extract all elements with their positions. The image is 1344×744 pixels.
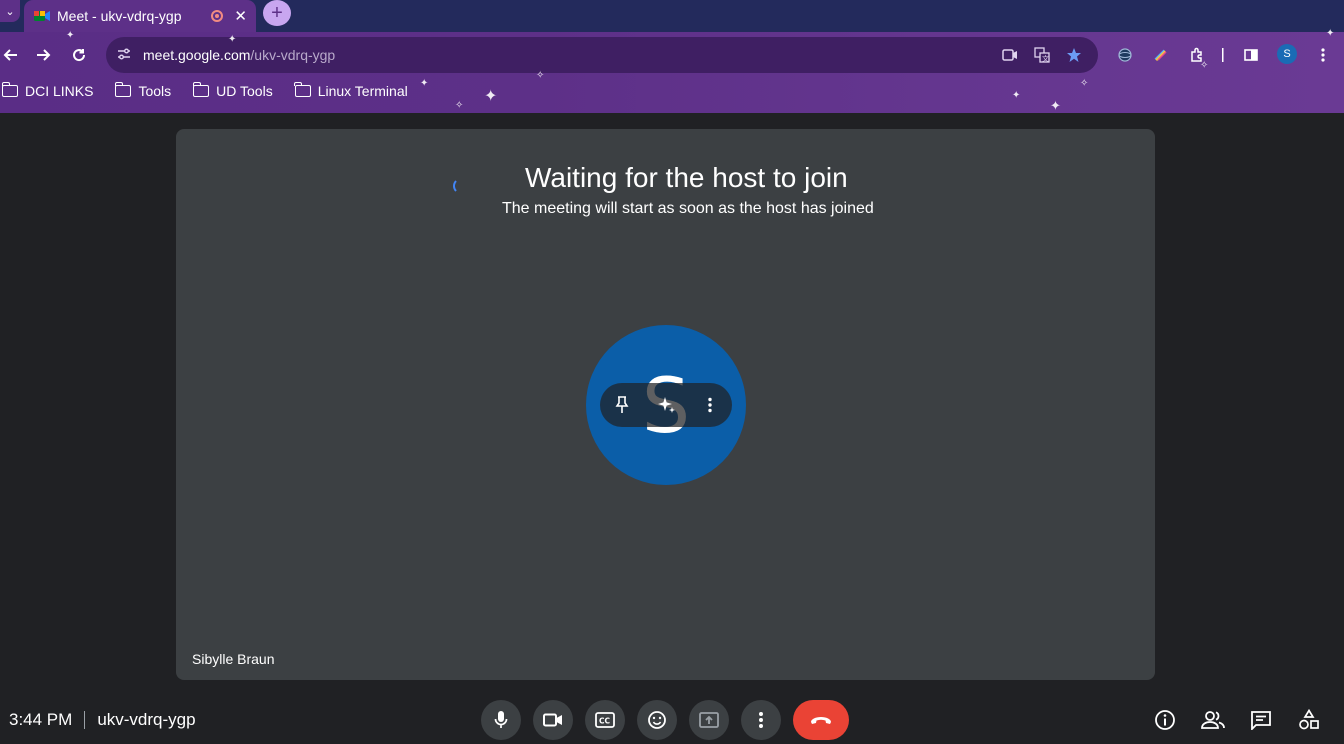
captions-button[interactable]: CC	[585, 700, 625, 740]
people-icon	[1201, 711, 1225, 729]
bookmark-tools[interactable]: Tools	[114, 82, 172, 99]
participant-name: Sibylle Braun	[192, 651, 275, 667]
bookmark-label: UD Tools	[216, 83, 273, 99]
browser-chrome: ⌄ Meet - ukv-vdrq-ygp ✕ + meet.google.co…	[0, 0, 1344, 113]
video-icon	[543, 713, 562, 727]
folder-icon	[1, 82, 18, 97]
emoji-icon	[648, 711, 666, 729]
activities-icon	[1299, 709, 1319, 730]
folder-icon	[192, 82, 210, 97]
new-tab-button[interactable]: +	[263, 0, 291, 26]
waiting-title: Waiting for the host to join	[525, 162, 848, 193]
microphone-button[interactable]	[481, 700, 521, 740]
svg-text:CC: CC	[599, 717, 611, 726]
extension-globe-icon[interactable]	[1114, 44, 1136, 66]
menu-icon[interactable]	[1312, 44, 1334, 66]
recording-indicator-icon	[211, 10, 224, 22]
camera-button[interactable]	[533, 700, 573, 740]
meeting-code: ukv-vdrq-ygp	[97, 710, 196, 729]
bookmark-label: DCI LINKS	[25, 83, 94, 99]
present-icon	[699, 712, 719, 728]
activities-button[interactable]	[1297, 708, 1321, 732]
chat-button[interactable]	[1249, 708, 1273, 732]
translate-icon[interactable]: 文	[1032, 45, 1052, 65]
people-button[interactable]	[1201, 708, 1225, 732]
forward-icon[interactable]	[32, 44, 54, 66]
reactions-button[interactable]	[637, 700, 677, 740]
microphone-icon	[494, 711, 508, 728]
meeting-info-row: 3:44 PM ukv-vdrq-ygp	[9, 710, 196, 730]
theme-sparkle: ✦	[420, 78, 429, 89]
chat-icon	[1251, 711, 1271, 730]
address-bar[interactable]: meet.google.com/ukv-vdrq-ygp 文	[106, 37, 1098, 73]
theme-sparkle: ✦	[484, 88, 498, 105]
meet-favicon-icon	[34, 8, 50, 24]
theme-sparkle: ✦	[1326, 28, 1335, 39]
extension-pen-icon[interactable]	[1150, 44, 1172, 66]
pin-icon[interactable]	[608, 391, 636, 419]
tab-search-button[interactable]: ⌄	[0, 0, 20, 22]
present-button[interactable]	[689, 700, 729, 740]
theme-sparkle: ✧	[1200, 60, 1209, 71]
clock-time: 3:44 PM	[9, 710, 73, 729]
side-panel-icon[interactable]	[1240, 44, 1262, 66]
more-icon	[759, 712, 763, 728]
theme-sparkle: ✦	[66, 30, 75, 41]
reload-icon[interactable]	[68, 44, 90, 66]
url-path: /ukv-vdrq-ygp	[250, 47, 336, 63]
waiting-subtitle: The meeting will start as soon as the ho…	[502, 200, 874, 217]
profile-avatar[interactable]: S	[1277, 44, 1297, 64]
meeting-details-button[interactable]	[1153, 708, 1177, 732]
bookmark-ud-tools[interactable]: UD Tools	[192, 82, 273, 99]
active-tab[interactable]: Meet - ukv-vdrq-ygp ✕	[24, 0, 256, 32]
browser-toolbar: meet.google.com/ukv-vdrq-ygp 文	[0, 36, 1344, 74]
effects-icon[interactable]	[652, 391, 680, 419]
info-icon	[1155, 710, 1175, 730]
hangup-icon	[811, 717, 831, 724]
theme-sparkle: ✧	[536, 70, 545, 81]
bookmark-label: Tools	[138, 83, 172, 99]
bookmark-linux-terminal[interactable]: Linux Terminal	[294, 82, 408, 99]
theme-sparkle: ✧	[455, 100, 464, 111]
svg-text:文: 文	[1042, 54, 1049, 63]
theme-sparkle: ✧	[1080, 78, 1089, 89]
url-text: meet.google.com/ukv-vdrq-ygp	[143, 47, 335, 63]
bookmarks-bar: DCI LINKS Tools UD Tools Linux Terminal	[0, 76, 1344, 106]
site-info-icon[interactable]	[117, 47, 133, 64]
tab-title: Meet - ukv-vdrq-ygp	[57, 8, 182, 24]
folder-icon	[294, 82, 311, 97]
back-icon[interactable]	[0, 44, 22, 66]
url-host: meet.google.com	[143, 47, 251, 63]
tile-controls	[600, 383, 732, 427]
more-options-icon[interactable]	[696, 391, 724, 419]
folder-icon	[114, 82, 132, 97]
loading-spinner-icon	[453, 178, 469, 194]
captions-icon: CC	[595, 712, 615, 728]
theme-sparkle: ✦	[1050, 98, 1061, 113]
toolbar-divider	[1212, 44, 1234, 66]
theme-sparkle: ✦	[228, 34, 237, 45]
bookmark-dci-links[interactable]: DCI LINKS	[1, 82, 94, 99]
bookmark-star-icon[interactable]	[1064, 45, 1084, 65]
divider	[84, 711, 86, 729]
bookmark-label: Linux Terminal	[317, 83, 408, 99]
leave-call-button[interactable]	[793, 700, 849, 740]
camera-icon[interactable]	[1000, 45, 1020, 65]
theme-sparkle: ✦	[1012, 90, 1021, 101]
tab-close-icon[interactable]: ✕	[234, 7, 247, 25]
more-options-button[interactable]	[741, 700, 781, 740]
